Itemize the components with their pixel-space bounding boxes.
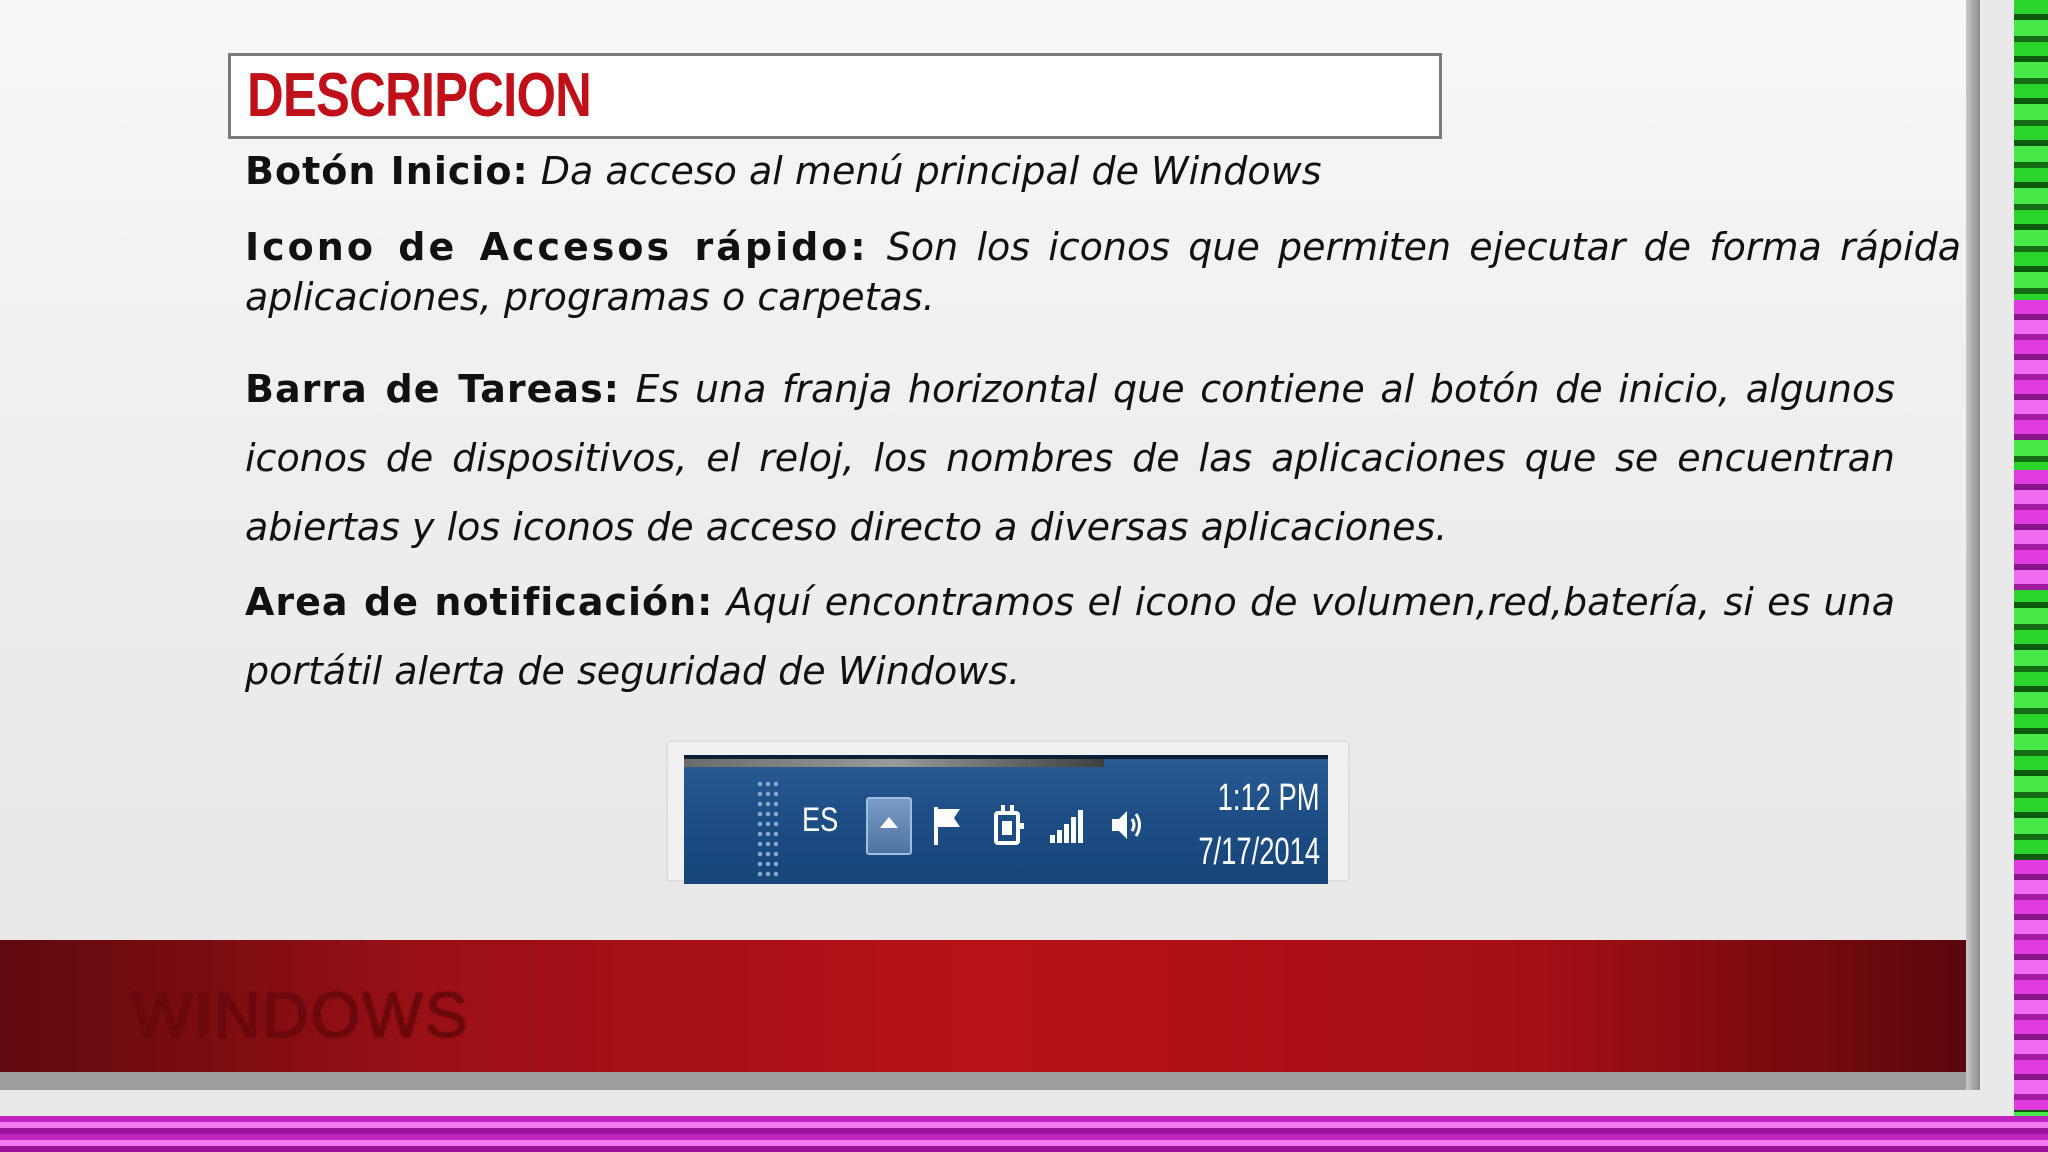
footer-label: WINDOWS <box>132 979 470 1051</box>
action-center-flag-icon[interactable] <box>928 799 968 851</box>
volume-icon[interactable] <box>1108 799 1148 851</box>
slide-edge <box>1966 0 1980 1090</box>
item-term: Botón Inicio: <box>245 149 529 193</box>
show-hidden-icons-button[interactable] <box>866 797 912 855</box>
power-plug-icon[interactable] <box>988 799 1028 851</box>
chevron-up-icon <box>880 817 898 828</box>
footer-band: WINDOWS <box>0 940 1966 1072</box>
slide: DESCRIPCION Botón Inicio: Da acceso al m… <box>0 0 1966 1072</box>
item-iconos-acceso-rapido: Icono de Accesos rápido: Son los iconos … <box>245 222 1961 322</box>
item-barra-de-tareas: Barra de Tareas: Es una franja horizonta… <box>245 355 1895 562</box>
clock-time[interactable]: 1:12 PM <box>1218 777 1320 820</box>
item-area-notificacion: Area de notificación: Aquí encontramos e… <box>245 568 1895 706</box>
taskbar-grip-handle[interactable] <box>756 779 778 879</box>
slide-title: DESCRIPCION <box>247 61 592 130</box>
network-signal-icon[interactable] <box>1048 799 1088 851</box>
glitch-stripes-right <box>2014 0 2048 1152</box>
title-box: DESCRIPCION <box>228 53 1442 139</box>
clock-date[interactable]: 7/17/2014 <box>1198 831 1320 874</box>
item-boton-inicio: Botón Inicio: Da acceso al menú principa… <box>245 146 1895 196</box>
item-description: Da acceso al menú principal de Windows <box>540 149 1322 193</box>
item-term: Barra de Tareas: <box>245 367 620 411</box>
glitch-stripes-bottom <box>0 1116 2048 1152</box>
item-term: Area de notificación: <box>245 580 714 624</box>
taskbar-notification-area: ES 1:12 PM 7/17/2014 <box>684 755 1328 884</box>
language-indicator[interactable]: ES <box>802 801 838 840</box>
item-term: Icono de Accesos rápido: <box>245 225 869 269</box>
